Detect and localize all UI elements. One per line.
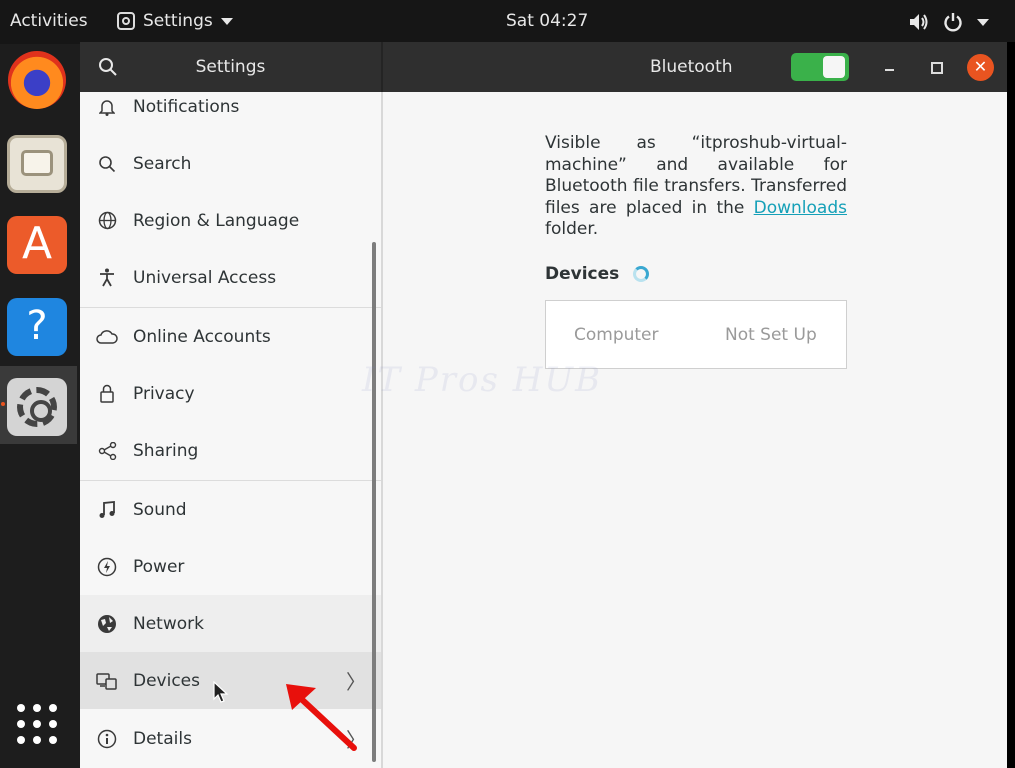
software-icon[interactable]: A (7, 216, 67, 274)
sidebar-item-universal-access[interactable]: Universal Access (80, 249, 381, 306)
sidebar-item-online-accounts[interactable]: Online Accounts (80, 308, 381, 365)
folder-suffix: folder. (545, 219, 599, 239)
toggle-knob (823, 56, 845, 78)
downloads-link[interactable]: Downloads (754, 198, 847, 218)
watermark: IT Pros HUB (362, 360, 603, 400)
help-icon[interactable]: ? (7, 298, 67, 356)
dock: A ? (0, 44, 80, 768)
share-icon (96, 440, 118, 462)
info-icon (96, 728, 118, 750)
bluetooth-toggle[interactable] (791, 53, 849, 81)
sidebar: Notifications Search Region & Language U… (80, 92, 381, 768)
system-menu[interactable] (909, 12, 989, 32)
lock-icon (96, 383, 118, 405)
annotation-arrow-icon (286, 684, 357, 751)
sidebar-item-label: Power (133, 556, 185, 577)
search-icon (96, 153, 118, 175)
chevron-down-icon (220, 17, 233, 25)
devices-heading: Devices (545, 264, 620, 284)
mouse-cursor-icon (213, 681, 229, 703)
clock[interactable]: Sat 04:27 (506, 11, 588, 31)
sidebar-item-region-language[interactable]: Region & Language (80, 192, 381, 249)
settings-icon[interactable] (7, 378, 67, 436)
devices-icon (96, 670, 118, 692)
screen-edge (1007, 42, 1015, 768)
sidebar-item-label: Online Accounts (133, 326, 271, 347)
show-apps-icon[interactable] (17, 704, 57, 744)
sidebar-item-network[interactable]: Network (80, 595, 381, 652)
bell-icon (96, 96, 118, 118)
settings-app-icon (117, 12, 135, 30)
accessibility-icon (96, 267, 118, 289)
sidebar-item-notifications[interactable]: Notifications (80, 92, 381, 135)
app-menu-label: Settings (143, 11, 213, 31)
sidebar-item-search[interactable]: Search (80, 135, 381, 192)
maximize-button[interactable] (922, 54, 948, 80)
running-indicator (1, 402, 5, 406)
bluetooth-panel: Visible as “itproshub-virtual-machine” a… (383, 92, 1007, 768)
panel-title: Bluetooth (650, 57, 733, 77)
device-name: Computer (574, 325, 659, 345)
sidebar-scrollbar[interactable] (372, 242, 376, 762)
minimize-button[interactable] (877, 54, 903, 80)
chevron-down-icon (977, 18, 989, 26)
sidebar-item-label: Details (133, 728, 192, 749)
sidebar-item-label: Universal Access (133, 267, 277, 288)
sidebar-item-sound[interactable]: Sound (80, 481, 381, 538)
sidebar-item-label: Notifications (133, 96, 240, 117)
volume-icon (910, 14, 928, 30)
close-button[interactable]: ✕ (967, 54, 994, 81)
app-menu[interactable]: Settings (117, 11, 233, 31)
loading-spinner-icon (633, 266, 649, 282)
firefox-icon[interactable] (8, 51, 66, 109)
sidebar-item-sharing[interactable]: Sharing (80, 422, 381, 479)
sidebar-item-label: Network (133, 613, 204, 634)
cloud-icon (96, 326, 118, 348)
sidebar-item-label: Sound (133, 499, 187, 520)
panel-header: Bluetooth ✕ (383, 42, 1007, 92)
sidebar-item-label: Sharing (133, 440, 199, 461)
files-icon[interactable] (7, 135, 67, 193)
visibility-description: Visible as “itproshub-virtual-machine” a… (545, 133, 847, 241)
sidebar-item-label: Devices (133, 670, 200, 691)
sidebar-header: Settings (80, 42, 381, 92)
top-bar: Activities Settings Sat 04:27 (0, 0, 1015, 44)
sidebar-item-label: Region & Language (133, 210, 300, 231)
network-icon (96, 613, 118, 635)
activities-button[interactable]: Activities (10, 11, 88, 31)
device-list: Computer Not Set Up (545, 300, 847, 369)
device-status: Not Set Up (725, 325, 817, 345)
globe-icon (96, 210, 118, 232)
sidebar-title: Settings (195, 57, 266, 77)
sidebar-item-power[interactable]: Power (80, 538, 381, 595)
sidebar-item-label: Search (133, 153, 192, 174)
music-note-icon (96, 499, 118, 521)
power-icon (96, 556, 118, 578)
sidebar-item-label: Privacy (133, 383, 195, 404)
sidebar-item-privacy[interactable]: Privacy (80, 365, 381, 422)
power-icon (944, 13, 962, 32)
